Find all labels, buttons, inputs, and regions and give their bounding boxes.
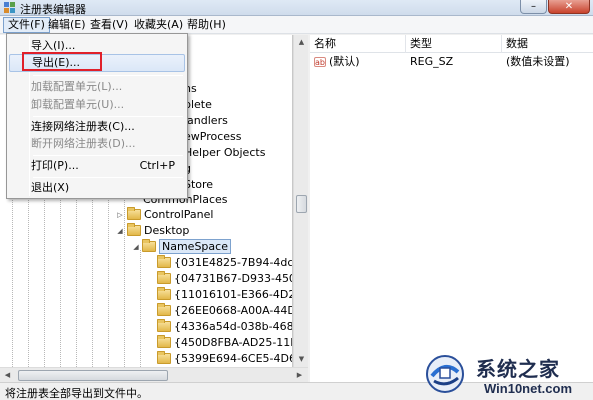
folder-icon xyxy=(157,335,171,348)
folder-icon xyxy=(157,287,171,300)
column-header-name[interactable]: 名称 xyxy=(310,35,406,53)
watermark-site: Win10net.com xyxy=(484,381,573,396)
list-item[interactable]: ab (默认) REG_SZ (数值未设置) xyxy=(310,54,593,70)
folder-icon xyxy=(157,271,171,284)
tree-item[interactable]: Helper Objects xyxy=(184,145,265,160)
menu-file[interactable]: 文件(F) xyxy=(3,17,50,33)
scroll-right-arrow-icon[interactable]: ▶ xyxy=(292,368,307,383)
folder-icon xyxy=(157,319,171,332)
menu-item-unload-hive[interactable]: 卸载配置单元(U)... xyxy=(9,96,185,114)
value-data: (数值未设置) xyxy=(506,55,570,68)
tree-item-desktop[interactable]: Desktop xyxy=(127,223,189,238)
collapse-arrow-icon[interactable]: ◢ xyxy=(116,227,124,235)
tree-item[interactable]: {04731B67-D933-450a-90E xyxy=(157,271,292,286)
tree-item-label: {5399E694-6CE5-4D6C-8FC xyxy=(174,352,292,365)
tree-item-label: {11016101-E366-4D22-BC0 xyxy=(174,288,292,301)
menu-item-shortcut: Ctrl+P xyxy=(139,159,175,172)
scrollbar-thumb[interactable] xyxy=(296,195,307,213)
value-type: REG_SZ xyxy=(410,55,454,68)
menu-bar: 文件(F) 编辑(E) 查看(V) 收藏夹(A) 帮助(H) xyxy=(0,16,593,34)
tree-item-namespace[interactable]: NameSpace xyxy=(142,239,231,254)
tree-item[interactable]: {4336a54d-038b-4685-ab0 xyxy=(157,319,293,334)
menu-separator xyxy=(33,155,183,156)
tree-guide-line xyxy=(140,250,141,367)
scroll-left-arrow-icon[interactable]: ◀ xyxy=(0,368,15,383)
menu-separator xyxy=(33,75,183,76)
scroll-down-arrow-icon[interactable]: ▼ xyxy=(294,352,309,367)
menu-separator xyxy=(33,177,183,178)
tree-item[interactable]: {031E4825-7B94-4dc3-B13 xyxy=(157,255,293,270)
tree-item[interactable]: Store xyxy=(184,177,213,192)
watermark-logo-icon xyxy=(426,355,464,393)
watermark: 系统之家 Win10net.com xyxy=(424,351,593,400)
collapse-arrow-icon[interactable]: ◢ xyxy=(132,243,140,251)
menu-item-exit[interactable]: 退出(X) xyxy=(9,179,185,197)
menu-item-load-hive[interactable]: 加载配置单元(L)... xyxy=(9,78,185,96)
window-title: 注册表编辑器 xyxy=(20,3,86,16)
menu-help[interactable]: 帮助(H) xyxy=(183,17,230,33)
menu-edit[interactable]: 编辑(E) xyxy=(44,17,90,33)
column-header-type[interactable]: 类型 xyxy=(406,35,502,53)
menu-item-print[interactable]: 打印(P)... Ctrl+P xyxy=(9,157,185,175)
list-header: 名称 类型 数据 xyxy=(310,35,593,53)
tree-item-controlpanel[interactable]: ControlPanel xyxy=(127,207,213,222)
tree-item[interactable]: ewProcess xyxy=(184,129,242,144)
tree-item-label: NameSpace xyxy=(159,239,231,254)
tree-item-label: {4336a54d-038b-4685-ab0 xyxy=(174,320,293,333)
close-button[interactable]: ✕ xyxy=(548,0,590,14)
menu-view[interactable]: 查看(V) xyxy=(86,17,132,33)
registry-editor-icon xyxy=(4,2,15,13)
menu-item-label: 打印(P)... xyxy=(31,159,79,172)
values-list[interactable]: 名称 类型 数据 ab (默认) REG_SZ (数值未设置) xyxy=(310,35,593,382)
tree-item-label: ControlPanel xyxy=(144,208,214,221)
status-text: 将注册表全部导出到文件中。 xyxy=(5,387,148,400)
folder-icon xyxy=(157,303,171,316)
folder-icon xyxy=(157,351,171,364)
tree-item-label: {450D8FBA-AD25-11D0-98 xyxy=(174,336,292,349)
expand-arrow-icon[interactable]: ▷ xyxy=(116,211,124,219)
minimize-button[interactable]: – xyxy=(520,0,547,14)
tree-item[interactable]: plete xyxy=(184,97,212,112)
value-name-cell: ab (默认) xyxy=(314,54,360,70)
folder-icon xyxy=(127,223,141,236)
tree-item-label: {031E4825-7B94-4dc3-B13 xyxy=(174,256,293,269)
menu-separator xyxy=(33,116,183,117)
folder-icon xyxy=(127,207,141,220)
folder-open-icon xyxy=(142,239,156,252)
tree-vertical-scrollbar[interactable]: ▲ ▼ xyxy=(293,35,308,367)
column-header-data[interactable]: 数据 xyxy=(502,35,593,53)
watermark-title: 系统之家 xyxy=(476,357,560,381)
menu-favorites[interactable]: 收藏夹(A) xyxy=(130,17,187,33)
tree-horizontal-scrollbar[interactable]: ◀ ▶ xyxy=(0,367,308,382)
tree-item[interactable]: {450D8FBA-AD25-11D0-98 xyxy=(157,335,292,350)
scrollbar-thumb[interactable] xyxy=(18,370,168,381)
tree-item-label: {04731B67-D933-450a-90E xyxy=(174,272,292,285)
tree-item[interactable]: {26EE0668-A00A-44D7-937 xyxy=(157,303,292,318)
tree-item[interactable]: landlers xyxy=(184,113,228,128)
tree-item-label: Desktop xyxy=(144,224,190,237)
scroll-up-arrow-icon[interactable]: ▲ xyxy=(294,35,309,50)
highlight-box xyxy=(22,52,102,71)
title-bar: 注册表编辑器 – ✕ xyxy=(0,0,593,16)
value-name: (默认) xyxy=(329,55,360,68)
tree-item-label: {26EE0668-A00A-44D7-937 xyxy=(174,304,292,317)
tree-item[interactable]: {11016101-E366-4D22-BC0 xyxy=(157,287,292,302)
folder-icon xyxy=(157,255,171,268)
string-value-icon: ab xyxy=(314,57,326,67)
tree-item[interactable]: {5399E694-6CE5-4D6C-8FC xyxy=(157,351,292,366)
menu-item-disconnect-network-registry[interactable]: 断开网络注册表(D)... xyxy=(9,135,185,153)
menu-item-connect-network-registry[interactable]: 连接网络注册表(C)... xyxy=(9,118,185,136)
